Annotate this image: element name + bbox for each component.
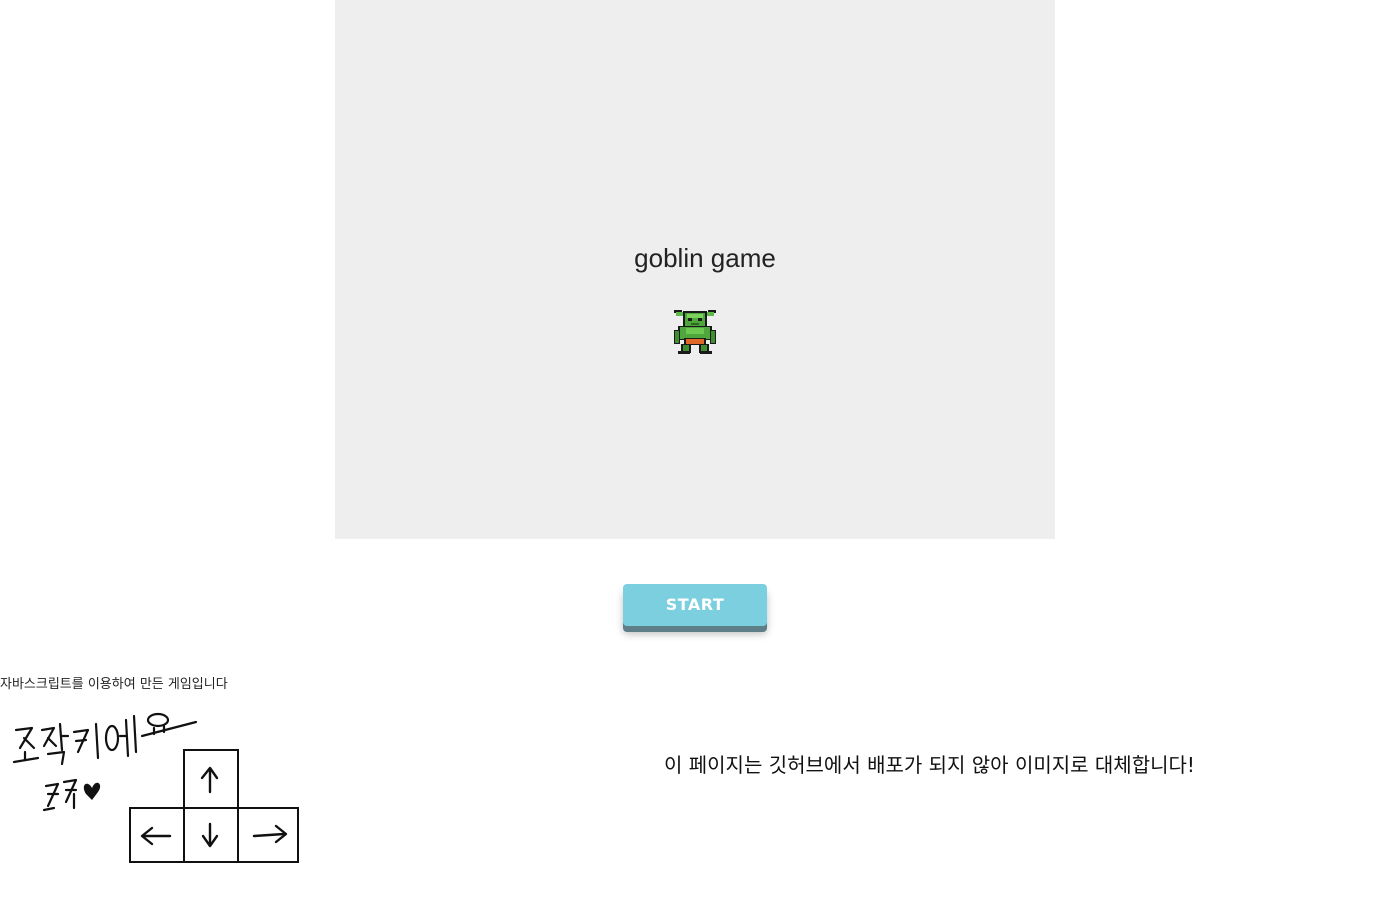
controls-image (12, 712, 299, 863)
game-canvas[interactable]: goblin game (335, 0, 1055, 539)
notice-text: 이 페이지는 깃허브에서 배포가 되지 않아 이미지로 대체합니다! (664, 753, 1195, 777)
game-title: goblin game (634, 243, 776, 273)
goblin-icon (674, 310, 716, 354)
start-button[interactable]: START (623, 584, 767, 626)
game-description: 자바스크립트를 이용하여 만든 게임입니다 (0, 677, 228, 692)
